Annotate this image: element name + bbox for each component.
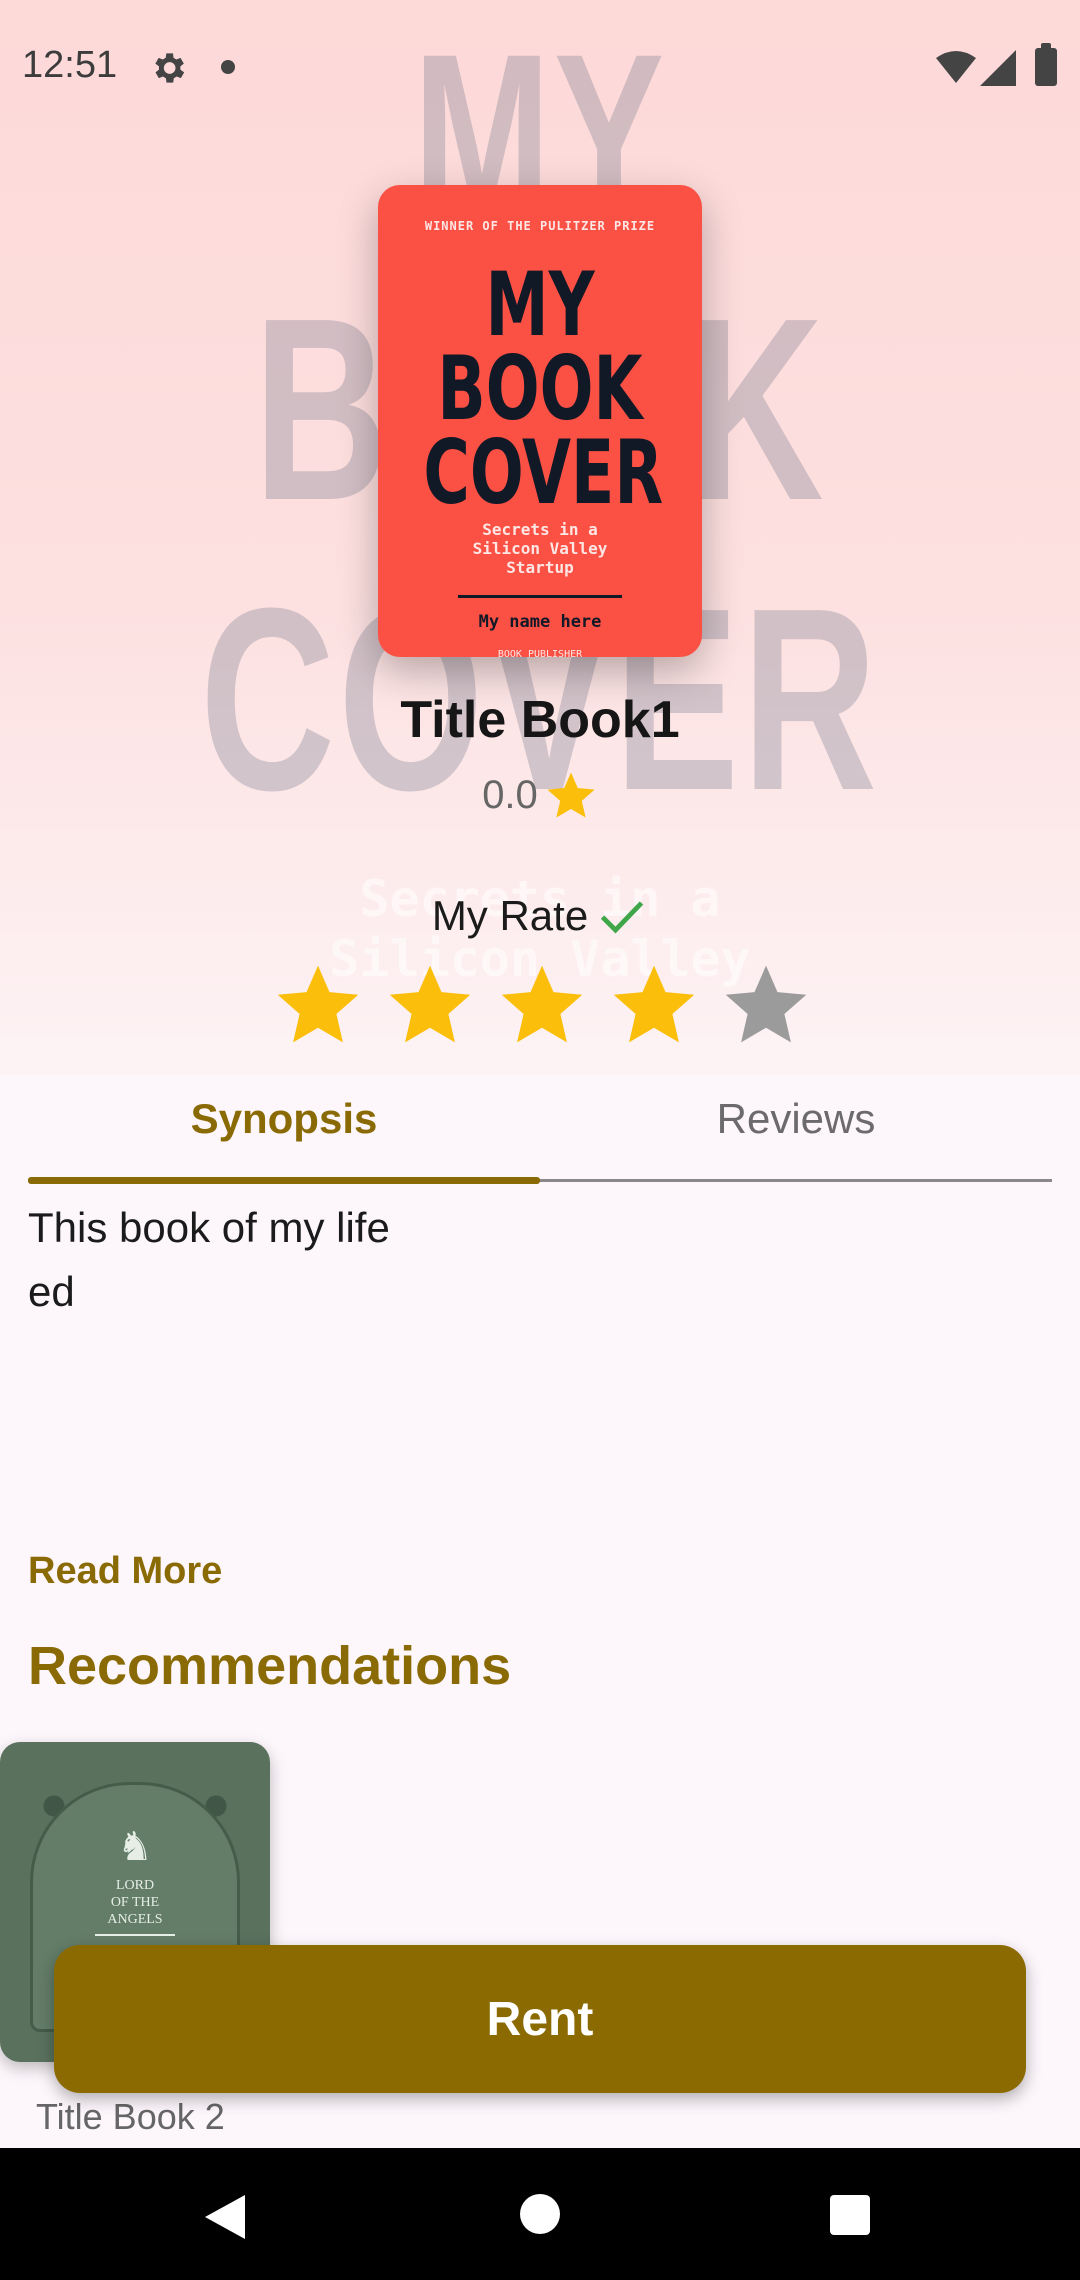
tab-bar: Synopsis Reviews — [0, 1075, 1080, 1190]
cover-title: MY BOOK COVER — [423, 253, 664, 524]
recommendation-cover-text-line: ANGELS — [107, 1912, 163, 1927]
my-rate-header: My Rate — [0, 890, 1080, 942]
cover-divider — [458, 595, 622, 598]
home-icon[interactable] — [520, 2194, 560, 2234]
status-bar: 12:51 — [0, 0, 1080, 136]
recommendation-cover-text-line: OF THE — [110, 1895, 160, 1910]
recommendation-cover-text: LORD OF THE ANGELS — [0, 1877, 270, 1928]
recommendations-heading: Recommendations — [28, 1636, 512, 1696]
average-rating: 0.0 — [0, 768, 1080, 822]
checkmark-icon — [601, 901, 644, 934]
cover-author: My name here — [478, 612, 602, 632]
star-empty-icon[interactable] — [720, 958, 812, 1050]
settings-gear-icon — [155, 53, 185, 83]
star-icon — [547, 772, 595, 818]
star-filled-icon[interactable] — [272, 958, 364, 1050]
battery-icon — [1035, 43, 1057, 86]
read-more-link[interactable]: Read More — [28, 1550, 222, 1593]
recent-apps-icon[interactable] — [830, 2195, 870, 2235]
recommendation-cover-text-line: LORD — [115, 1878, 155, 1893]
status-time: 12:51 — [22, 44, 118, 86]
recommendation-title[interactable]: Title Book 2 — [36, 2096, 225, 2138]
cover-subtitle: Secrets in a Silicon Valley Startup — [418, 520, 662, 577]
cover-subtitle-line: Secrets in a — [482, 520, 598, 539]
rent-button[interactable]: Rent — [54, 1945, 1026, 2093]
cover-subtitle-line: Silicon Valley — [472, 539, 608, 558]
cell-signal-icon — [980, 50, 1016, 86]
star-filled-icon[interactable] — [384, 958, 476, 1050]
lion-emblem-icon: ♞ — [117, 1825, 153, 1869]
cover-subtitle-line: Startup — [506, 558, 574, 577]
tab-reviews[interactable]: Reviews — [540, 1095, 1052, 1175]
notification-dot-icon — [221, 60, 235, 74]
average-rating-value: 0.0 — [482, 772, 538, 817]
tab-indicator — [28, 1177, 540, 1184]
tab-synopsis[interactable]: Synopsis — [28, 1095, 540, 1175]
star-filled-icon[interactable] — [496, 958, 588, 1050]
cover-title-line: BOOK — [437, 337, 643, 440]
cover-prize-text: WINNER OF THE PULITZER PRIZE — [424, 219, 656, 233]
book-title: Title Book1 — [400, 691, 680, 749]
cover-title-line: COVER — [423, 421, 664, 524]
cover-divider — [95, 1934, 175, 1936]
cover-publisher: BOOK PUBLISHER — [497, 649, 583, 657]
star-filled-icon[interactable] — [608, 958, 700, 1050]
back-icon[interactable] — [205, 2193, 249, 2241]
synopsis-text: This book of my life ed — [28, 1204, 390, 1315]
my-rating-stars — [272, 958, 812, 1050]
cover-title-line: MY — [485, 253, 595, 356]
my-rate-label: My Rate — [431, 892, 589, 939]
wifi-icon — [936, 51, 976, 83]
book-cover-image: WINNER OF THE PULITZER PRIZE MY BOOK COV… — [378, 185, 702, 657]
